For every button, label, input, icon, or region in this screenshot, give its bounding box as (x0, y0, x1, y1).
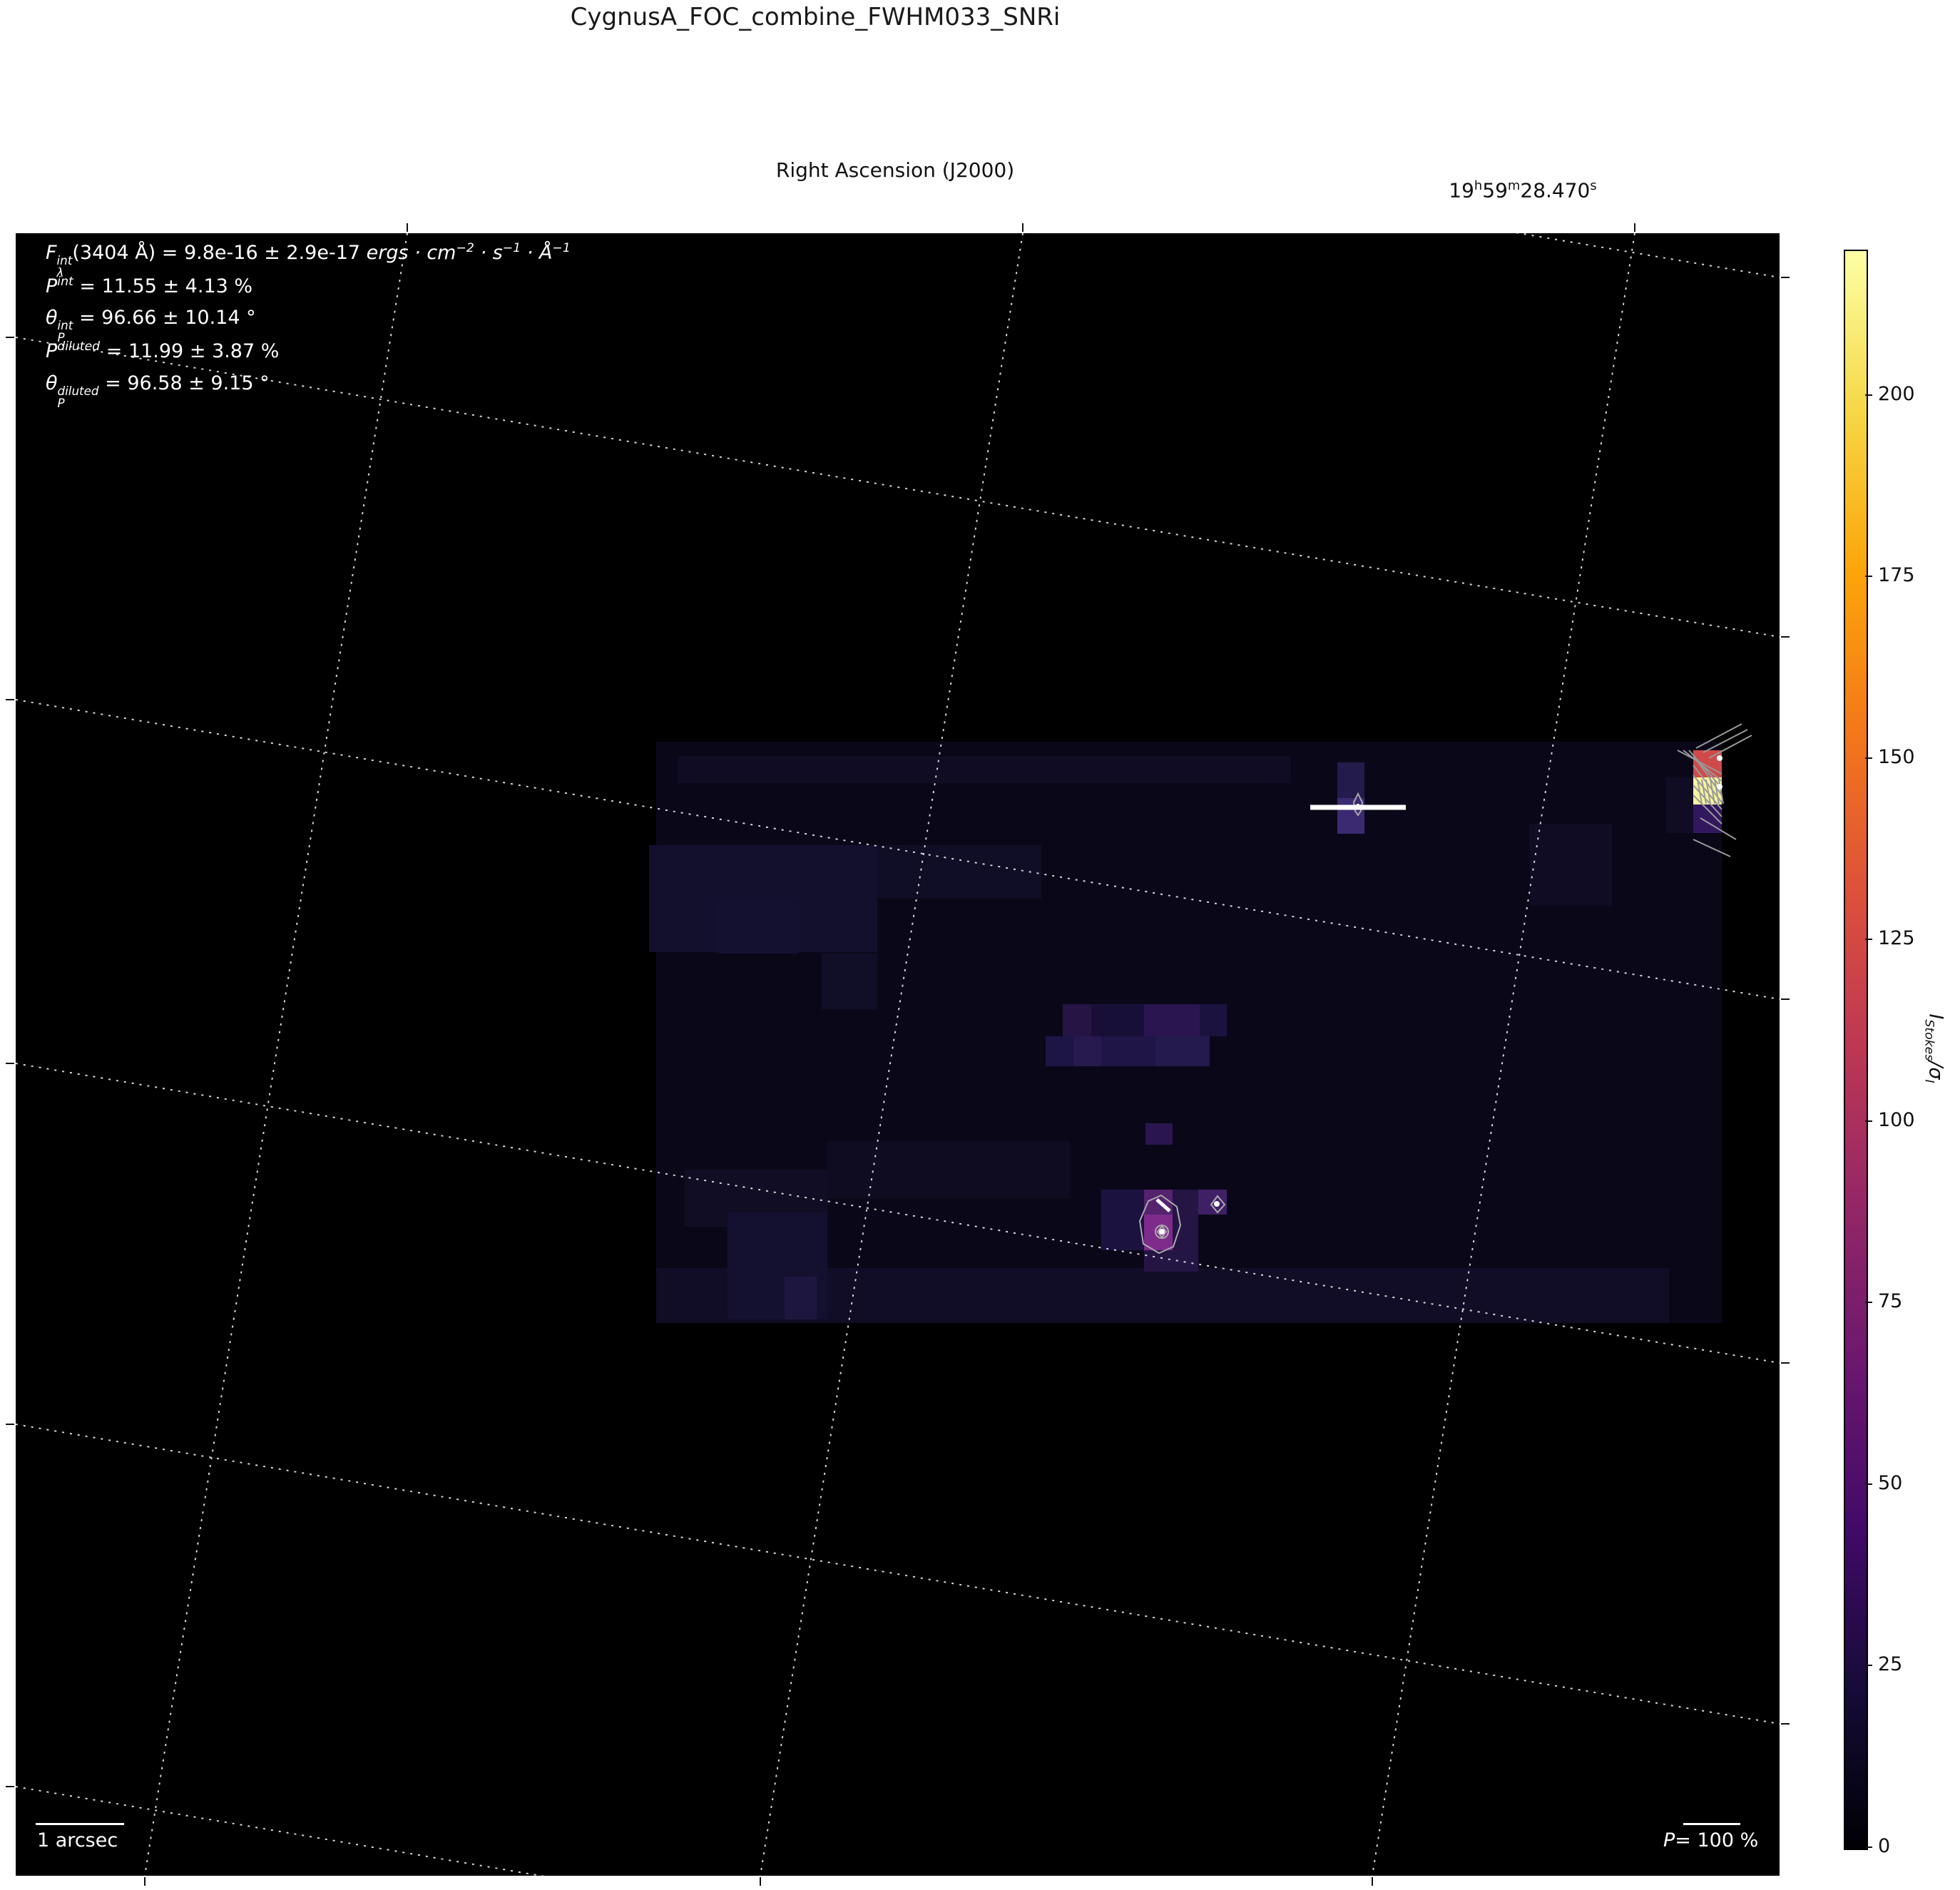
heatmap-pixel (678, 756, 1291, 783)
vector-dot (1717, 755, 1722, 761)
arcsec-scalebar (36, 1823, 124, 1825)
axis-tick-mark (144, 1877, 146, 1886)
colorbar-tick-label: 100 (1878, 1108, 1915, 1131)
colorbar-tick-mark (1865, 1302, 1872, 1304)
dec-gridline (16, 1786, 545, 1876)
heatmap-pixel (1337, 798, 1364, 834)
vector-dot (1717, 784, 1722, 790)
heatmap-pixel (827, 1141, 1070, 1198)
heatmap-pixel (1046, 1036, 1074, 1066)
colorbar-tick-label: 75 (1878, 1290, 1903, 1313)
heatmap-pixel (1144, 1250, 1198, 1272)
heatmap-pixel (1144, 1004, 1200, 1036)
axis-tick-mark (6, 1786, 14, 1787)
heatmap-pixel (1666, 777, 1693, 833)
heatmap-pixel (1101, 1190, 1144, 1250)
colorbar-tick-mark (1865, 1665, 1872, 1667)
colorbar-tick-label: 50 (1878, 1471, 1903, 1494)
polarization-scalebar-label: P= 100 % (1663, 1829, 1759, 1851)
axis-tick-mark (1372, 1877, 1373, 1886)
heatmap-canvas (16, 233, 1780, 1876)
colorbar-tick-label: 25 (1878, 1653, 1903, 1676)
axis-tick-mark (1634, 223, 1635, 232)
heatmap-pixel (877, 845, 1041, 899)
colorbar-tick-label: 0 (1878, 1835, 1891, 1857)
colorbar-tick-label: 175 (1878, 564, 1915, 587)
heatmap-pixel (1155, 1036, 1210, 1066)
heatmap-pixel (822, 954, 877, 1009)
colorbar-tick-mark (1865, 939, 1872, 941)
colorbar (1844, 250, 1868, 1850)
vector-dot (1214, 1201, 1220, 1207)
arcsec-scalebar-label: 1 arcsec (37, 1829, 118, 1851)
axis-tick-mark (1781, 636, 1790, 638)
heatmap-pixel (1101, 1036, 1155, 1066)
colorbar-tick-mark (1865, 1846, 1872, 1848)
heatmap-pixel (1173, 1190, 1198, 1252)
colorbar-tick-mark (1865, 576, 1872, 578)
axis-tick-mark (1781, 998, 1790, 1000)
axis-tick-mark (6, 1424, 14, 1425)
colorbar-tick-mark (1865, 394, 1872, 396)
annotation-theta-int: θ int P = 96.66 ± 10.14 ° (46, 307, 256, 345)
colorbar-tick-mark (1865, 1483, 1872, 1485)
polarization-scalebar (1683, 1823, 1740, 1825)
colorbar-label: IStokes/σI (1921, 1013, 1947, 1083)
vector-dot (1356, 804, 1360, 808)
annotation-theta-diluted: θ diluted P = 96.58 ± 9.15 ° (46, 372, 270, 411)
axis-tick-mark (1781, 277, 1790, 278)
heatmap-pixel (1091, 1004, 1144, 1036)
colorbar-tick-label: 125 (1878, 927, 1915, 950)
axis-tick-mark (407, 223, 408, 232)
heatmap-pixel (1145, 1123, 1173, 1145)
colorbar-tick-mark (1865, 757, 1872, 759)
dec-gridline (16, 1424, 1780, 1725)
heatmap-pixel (1063, 1004, 1091, 1036)
colorbar-tick-label: 200 (1878, 382, 1915, 405)
plot-area: Fint λ (3404 Å) = 9.8e-16 ± 2.9e-17 ergs ·… (14, 232, 1781, 1877)
axis-tick-mark (6, 337, 14, 338)
colorbar-tick-label: 150 (1878, 745, 1915, 768)
heatmap-pixel (1200, 1004, 1227, 1036)
vector-dot (1159, 1229, 1165, 1235)
axis-tick-mark (1022, 223, 1024, 232)
annotation-flux: Fint λ (3404 Å) = 9.8e-16 ± 2.9e-17 ergs ·… (46, 241, 571, 280)
ra-gridline (144, 233, 408, 1876)
heatmap-pixel (785, 1277, 817, 1319)
x-axis-label: Right Ascension (J2000) (775, 158, 1015, 182)
x-axis-tick-label: 19h59m28.470s (1449, 178, 1597, 203)
figure: CygnusA_FOC_combine_FWHM033_SNRi Right A… (0, 0, 1960, 1890)
axis-tick-mark (6, 699, 14, 700)
axis-tick-mark (1781, 1362, 1790, 1364)
axis-tick-mark (760, 1877, 761, 1886)
figure-title: CygnusA_FOC_combine_FWHM033_SNRi (570, 3, 1061, 31)
dec-gridline (16, 337, 1780, 638)
heatmap-pixel (1337, 762, 1364, 798)
heatmap-pixel (717, 900, 799, 954)
axis-tick-mark (6, 1063, 14, 1064)
annotation-p-int: Pint = 11.55 ± 4.13 % (46, 275, 253, 297)
colorbar-tick-mark (1865, 1120, 1872, 1122)
heatmap-pixel (1074, 1036, 1101, 1066)
heatmap-pixel (1530, 824, 1612, 906)
annotation-p-diluted: Pdiluted = 11.99 ± 3.87 % (46, 339, 280, 362)
axis-tick-mark (1781, 1723, 1790, 1725)
